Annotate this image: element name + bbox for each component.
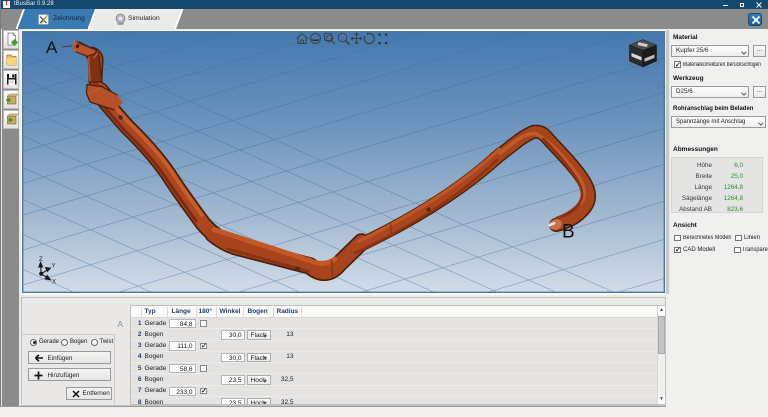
svg-text:A: A (46, 38, 58, 57)
svg-text:B: B (562, 222, 575, 243)
svg-text:Y: Y (52, 264, 56, 270)
svg-text:X: X (52, 280, 56, 286)
svg-text:Z: Z (39, 257, 43, 263)
